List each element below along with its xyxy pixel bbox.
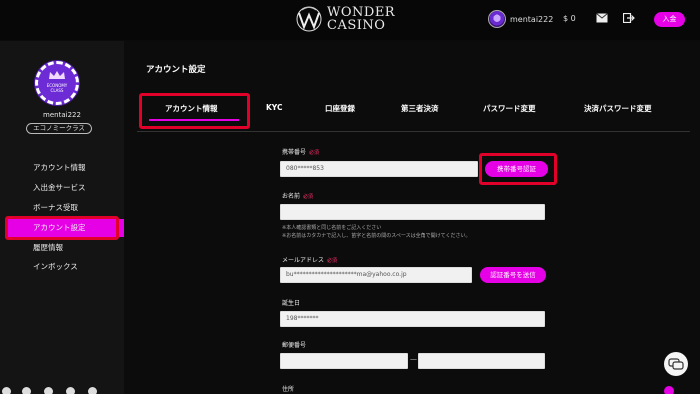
tab-divider — [137, 131, 690, 132]
sidebar-item-inbox[interactable]: インボックス — [0, 258, 124, 276]
avatar-badge-text: ECONOMY CLASS — [46, 83, 68, 93]
notification-dot — [664, 386, 674, 394]
tab-payment-password-change[interactable]: 決済パスワード変更 — [584, 103, 652, 114]
sidebar-item-account-info[interactable]: アカウント情報 — [0, 159, 124, 177]
tab-bank-account[interactable]: 口座登録 — [325, 103, 355, 114]
active-tab-underline — [149, 119, 239, 121]
header-username: mentai222 — [510, 14, 554, 24]
required-mark: 必須 — [309, 150, 320, 156]
social-icon[interactable] — [66, 387, 75, 394]
postal-code-field-2[interactable] — [418, 353, 545, 369]
user-menu[interactable]: mentai222 — [488, 10, 553, 28]
sidebar: ECONOMY CLASS mentai222 エコノミークラス アカウント情報… — [0, 41, 124, 394]
avatar — [488, 10, 506, 28]
required-mark: 必須 — [303, 194, 314, 200]
tab-password-change[interactable]: パスワード変更 — [483, 103, 536, 114]
email-label: メールアドレス 必須 — [282, 255, 337, 264]
required-mark: 必須 — [327, 258, 338, 264]
deposit-button[interactable]: 入金 — [654, 12, 685, 27]
name-note-2: ※お名前はカタカナで記入し、苗字と名前の間のスペースは全角で開けてください。 — [282, 233, 471, 239]
email-field[interactable]: bu*********************ma@yahoo.co.jp — [280, 267, 472, 283]
logo-text: WONDER CASINO — [327, 6, 395, 32]
mail-icon[interactable] — [596, 13, 608, 23]
social-icon[interactable] — [22, 387, 31, 394]
postal-dash: — — [410, 355, 417, 363]
membership-class-badge: エコノミークラス — [26, 123, 92, 134]
birthday-label: 誕生日 — [282, 300, 301, 307]
main-content: アカウント設定 アカウント情報 KYC 口座登録 第三者決済 パスワード変更 決… — [124, 41, 700, 394]
postal-code-field-1[interactable] — [280, 353, 408, 369]
sidebar-username: mentai222 — [43, 111, 81, 119]
logo-line-2: CASINO — [327, 18, 386, 33]
phone-label: 携帯番号 必須 — [282, 147, 319, 156]
name-label: お名前 必須 — [282, 191, 313, 200]
site-logo[interactable]: WONDER CASINO — [293, 5, 395, 33]
phone-field[interactable]: 080*****853 — [280, 161, 478, 177]
sidebar-item-deposit-withdraw[interactable]: 入出金サービス — [0, 179, 124, 197]
class-badge-avatar: ECONOMY CLASS — [35, 61, 79, 105]
tab-kyc[interactable]: KYC — [266, 103, 282, 112]
address-label: 住所 — [282, 386, 295, 393]
name-note-1: ※本人確認書類と同じ名前をご記入ください — [282, 225, 382, 231]
settings-tabs: アカウント情報 KYC 口座登録 第三者決済 パスワード変更 決済パスワード変更 — [137, 93, 690, 133]
phone-verify-button[interactable]: 携帯番号認証 — [485, 161, 548, 177]
sidebar-item-history[interactable]: 履歴情報 — [0, 239, 124, 257]
wonder-casino-logo-icon — [296, 6, 322, 32]
sidebar-item-account-settings[interactable]: アカウント設定 — [5, 216, 119, 240]
social-links — [0, 387, 124, 394]
tab-account-info[interactable]: アカウント情報 — [165, 103, 218, 114]
chat-button[interactable] — [664, 352, 688, 376]
balance-display: $ 0 — [563, 14, 576, 23]
name-field[interactable] — [280, 204, 545, 220]
social-icon[interactable] — [44, 387, 53, 394]
tab-third-party-payment[interactable]: 第三者決済 — [401, 103, 439, 114]
crown-icon — [49, 71, 65, 79]
phone-label-text: 携帯番号 — [282, 149, 307, 156]
social-icon[interactable] — [88, 387, 97, 394]
email-verify-button[interactable]: 認証番号を送信 — [480, 267, 546, 283]
postal-label: 郵便番号 — [282, 342, 307, 349]
social-icon[interactable] — [2, 387, 11, 394]
app-root: WONDER CASINO mentai222 $ 0 入金 ECONOMY C… — [0, 0, 700, 394]
page-title: アカウント設定 — [146, 65, 206, 75]
chat-icon — [668, 358, 684, 370]
logout-icon[interactable] — [623, 13, 635, 23]
sidebar-item-bonus[interactable]: ボーナス受取 — [0, 199, 124, 217]
name-label-text: お名前 — [282, 193, 301, 200]
email-label-text: メールアドレス — [282, 257, 325, 264]
top-header: WONDER CASINO mentai222 $ 0 入金 — [0, 0, 700, 40]
birthday-field[interactable]: 198******* — [280, 311, 545, 327]
